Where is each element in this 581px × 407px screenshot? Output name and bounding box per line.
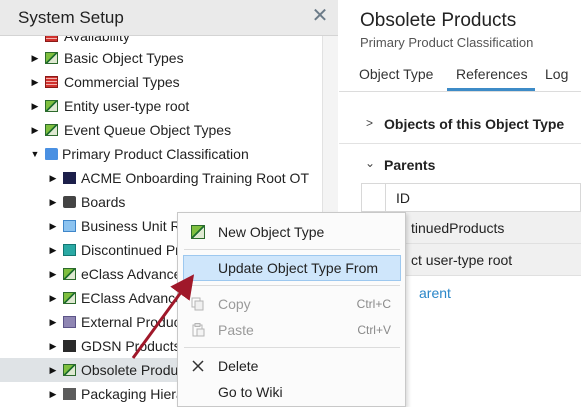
menu-item-update-object-type-from[interactable]: Update Object Type From <box>183 255 401 281</box>
tree-item-label: Business Unit Ro <box>81 218 189 234</box>
menu-item-label: Go to Wiki <box>218 384 283 400</box>
tab-object-type[interactable]: Object Type <box>359 66 433 82</box>
menu-item-copy[interactable]: Copy Ctrl+C <box>178 291 405 317</box>
page-title: Obsolete Products <box>360 10 517 31</box>
section-parents-title[interactable]: Parents <box>384 157 435 173</box>
pencil-icon <box>63 292 76 304</box>
add-parent-link[interactable]: arent <box>419 285 451 301</box>
copy-icon <box>191 297 204 311</box>
expand-arrow-icon[interactable]: ▶ <box>48 166 58 190</box>
expand-arrow-icon[interactable]: ▶ <box>48 262 58 286</box>
expand-arrow-icon[interactable]: ▶ <box>30 94 40 118</box>
tree-item-label: GDSN Products <box>81 338 181 354</box>
context-menu: New Object Type Update Object Type From … <box>177 212 406 407</box>
pencil-icon <box>191 225 205 239</box>
menu-item-label: Update Object Type From <box>218 260 379 276</box>
tree-item-label: Obsolete Produ <box>81 362 179 378</box>
chevron-down-icon[interactable]: ⌄ <box>365 156 375 170</box>
board-icon <box>63 196 76 208</box>
tree-item-label: Basic Object Types <box>64 50 184 66</box>
tree-item-label: eClass Advance <box>81 266 182 282</box>
tab-log[interactable]: Log <box>545 66 568 82</box>
collapse-arrow-icon[interactable]: ▼ <box>30 142 40 166</box>
tree-item[interactable]: ▶ ACME Onboarding Training Root OT <box>0 166 322 190</box>
grid-gutter <box>362 184 386 211</box>
expand-arrow-icon[interactable]: ▶ <box>48 238 58 262</box>
menu-item-label: Paste <box>218 322 254 338</box>
expand-arrow-icon[interactable]: ▶ <box>48 358 58 382</box>
folder-icon <box>63 172 76 184</box>
tree-item-label: EClass Advance <box>81 290 183 306</box>
tree-item-label: External Produc <box>81 314 181 330</box>
menu-item-delete[interactable]: Delete <box>178 353 405 379</box>
expand-arrow-icon[interactable]: ▶ <box>48 214 58 238</box>
menu-item-label: New Object Type <box>218 224 325 240</box>
folder-icon <box>45 148 58 160</box>
panel-title: System Setup <box>18 8 124 27</box>
expand-arrow-icon[interactable]: ▶ <box>48 310 58 334</box>
menu-item-go-to-wiki[interactable]: Go to Wiki <box>178 379 405 405</box>
tree-item[interactable]: ▶ Event Queue Object Types <box>0 118 322 142</box>
folder-icon <box>63 316 76 328</box>
pencil-icon <box>63 364 76 376</box>
menu-item-new-object-type[interactable]: New Object Type <box>178 219 405 245</box>
expand-arrow-icon[interactable]: ▶ <box>30 70 40 94</box>
tree-item[interactable]: ▶ Boards <box>0 190 322 214</box>
tab-references[interactable]: References <box>456 66 528 82</box>
tree-item-label: ACME Onboarding Training Root OT <box>81 170 309 186</box>
pencil-icon <box>45 100 58 112</box>
page-subtitle: Primary Product Classification <box>360 35 534 50</box>
tree-item[interactable]: ▶ Basic Object Types <box>0 46 322 70</box>
tree-item[interactable]: ▶ Entity user-type root <box>0 94 322 118</box>
grid-cell: ct user-type root <box>411 252 513 268</box>
chevron-right-icon[interactable]: > <box>366 116 373 130</box>
paste-icon <box>192 323 205 337</box>
shortcut-label: Ctrl+V <box>357 323 391 337</box>
red-list-icon <box>45 76 58 88</box>
expand-arrow-icon[interactable]: ▶ <box>48 190 58 214</box>
pencil-icon <box>63 268 76 280</box>
section-objects-title[interactable]: Objects of this Object Type <box>384 116 564 132</box>
menu-separator <box>184 347 400 348</box>
tree-item-label: Boards <box>81 194 126 210</box>
expand-arrow-icon[interactable]: ▶ <box>48 382 58 406</box>
tree-item-label: Discontinued Pr <box>81 242 180 258</box>
tabs-divider <box>339 91 581 92</box>
folder-icon <box>63 340 76 352</box>
expand-arrow-icon[interactable]: ▶ <box>30 118 40 142</box>
close-icon[interactable]: ✕ <box>310 6 330 26</box>
tree-item-label: Event Queue Object Types <box>64 122 232 138</box>
pencil-icon <box>45 52 58 64</box>
grid-cell: tinuedProducts <box>411 220 505 236</box>
menu-separator <box>184 285 400 286</box>
folder-icon <box>63 244 76 256</box>
tree-item-label: Packaging Hiera <box>81 386 184 402</box>
pencil-icon <box>45 124 58 136</box>
tree-item[interactable]: ▼ Primary Product Classification <box>0 142 322 166</box>
menu-item-label: Delete <box>218 358 259 374</box>
grid-header-id[interactable]: ID <box>396 190 410 206</box>
tree-item-label: Commercial Types <box>64 74 180 90</box>
expand-arrow-icon[interactable]: ▶ <box>48 334 58 358</box>
expand-arrow-icon[interactable]: ▶ <box>30 46 40 70</box>
tree-item-label: Entity user-type root <box>64 98 190 114</box>
folder-icon <box>63 388 76 400</box>
tree-item-label: Primary Product Classification <box>62 146 249 162</box>
expand-arrow-icon[interactable]: ▶ <box>48 286 58 310</box>
menu-item-paste[interactable]: Paste Ctrl+V <box>178 317 405 343</box>
tree-item[interactable]: ▶ Commercial Types <box>0 70 322 94</box>
delete-icon <box>192 360 204 372</box>
menu-separator <box>184 249 400 250</box>
red-list-icon <box>45 36 58 42</box>
folder-icon <box>63 220 76 232</box>
section-divider <box>339 143 581 144</box>
grid-header: ID <box>361 183 581 212</box>
panel-header: System Setup ✕ <box>0 0 338 36</box>
shortcut-label: Ctrl+C <box>356 297 391 311</box>
menu-item-label: Copy <box>218 296 251 312</box>
